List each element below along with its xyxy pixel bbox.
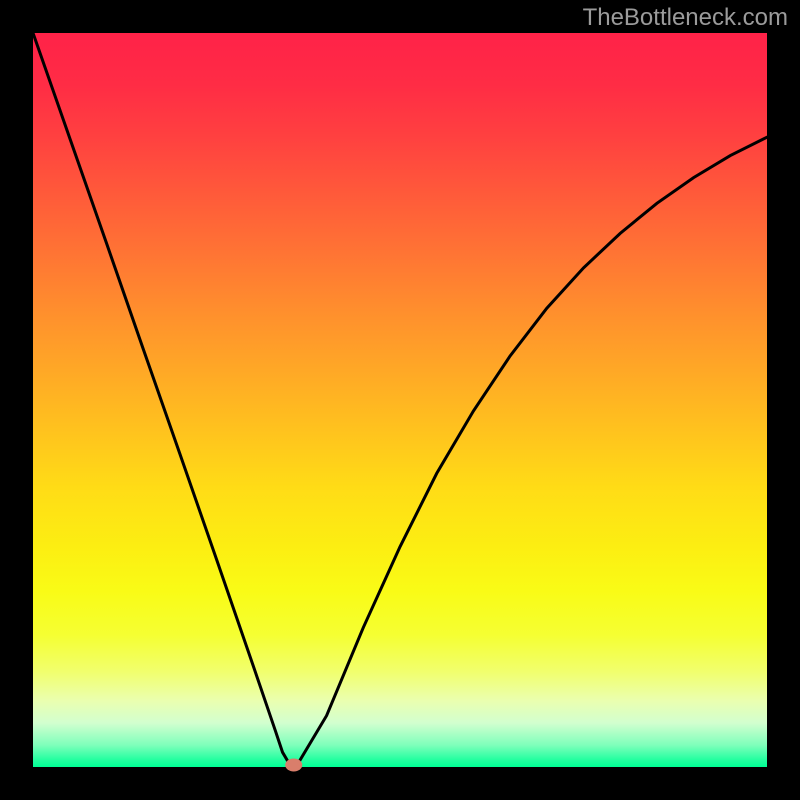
watermark-label: TheBottleneck.com	[583, 4, 788, 32]
optimal-point-marker	[285, 758, 303, 771]
chart-plot-area	[33, 33, 767, 767]
curve-path	[33, 33, 767, 765]
bottleneck-curve	[33, 33, 767, 767]
